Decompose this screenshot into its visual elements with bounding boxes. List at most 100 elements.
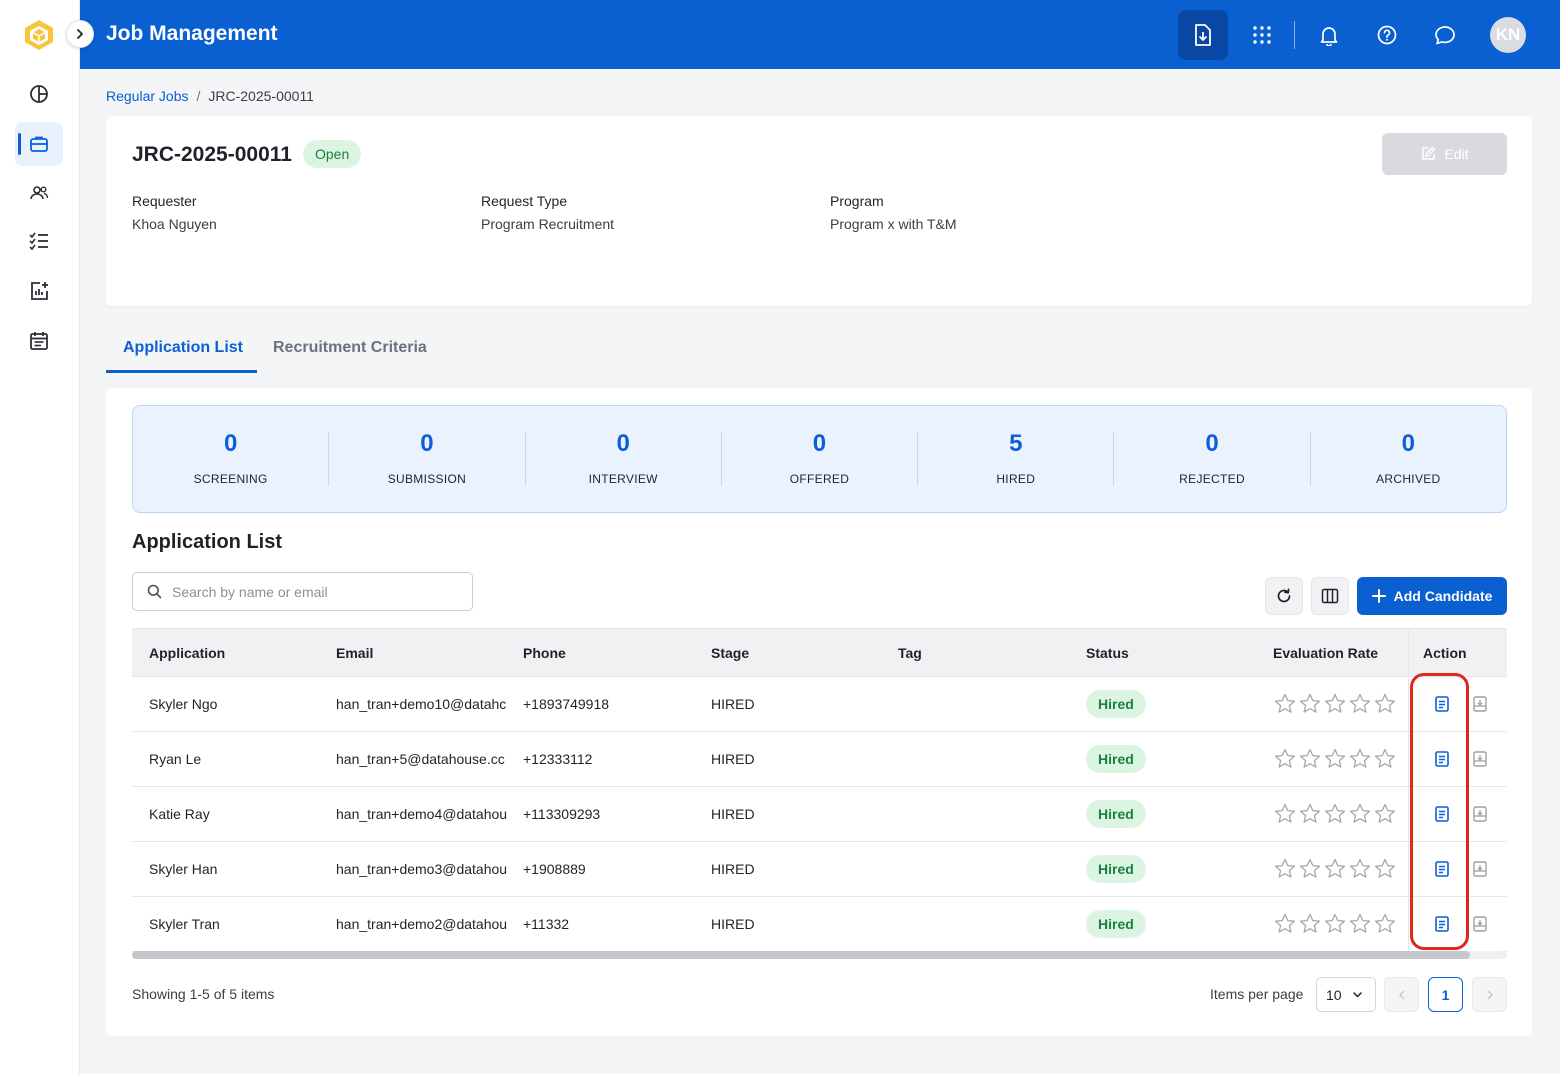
star-icon[interactable] (1374, 693, 1396, 719)
apps-button[interactable] (1237, 10, 1287, 60)
evaluation-rating[interactable] (1274, 803, 1396, 829)
star-icon[interactable] (1274, 748, 1296, 774)
star-icon[interactable] (1299, 858, 1321, 884)
items-per-page-select[interactable]: 10 (1316, 977, 1376, 1012)
column-header-evaluation-rate[interactable]: Evaluation Rate (1273, 645, 1378, 661)
status-badge: Hired (1086, 800, 1146, 828)
refresh-button[interactable] (1265, 577, 1303, 615)
archive-download-icon (1473, 751, 1487, 767)
status-badge: Hired (1086, 690, 1146, 718)
cell-stage: HIRED (711, 696, 755, 712)
stat-hired[interactable]: 5 HIRED (918, 432, 1115, 486)
scrollbar-thumb[interactable] (132, 951, 1470, 959)
star-icon[interactable] (1324, 803, 1346, 829)
sidebar-item-jobs[interactable] (15, 122, 63, 166)
evaluation-rating[interactable] (1274, 693, 1396, 719)
tab-application-list[interactable]: Application List (123, 339, 243, 357)
cell-application-name[interactable]: Skyler Ngo (149, 696, 329, 712)
table-row[interactable]: Skyler Tran han_tran+demo2@datahou +11332 H… (132, 897, 1507, 952)
table-row[interactable]: Ryan Le han_tran+5@datahouse.cc +12333112 H… (132, 732, 1507, 787)
star-icon[interactable] (1274, 913, 1296, 939)
add-candidate-button[interactable]: Add Candidate (1357, 577, 1507, 615)
cell-phone: +1908889 (523, 861, 586, 877)
star-icon[interactable] (1349, 803, 1371, 829)
cell-email: han_tran+demo4@datahou (336, 806, 508, 822)
column-header-phone[interactable]: Phone (523, 645, 566, 661)
page-1-button[interactable]: 1 (1428, 977, 1463, 1012)
column-header-email[interactable]: Email (336, 645, 373, 661)
sidebar-item-calendar[interactable] (15, 319, 63, 363)
stat-rejected[interactable]: 0 REJECTED (1114, 432, 1311, 486)
breadcrumb-regular-jobs-link[interactable]: Regular Jobs (106, 88, 189, 104)
sidebar-item-candidates[interactable] (15, 171, 63, 215)
star-icon[interactable] (1349, 858, 1371, 884)
star-icon[interactable] (1374, 858, 1396, 884)
notifications-button[interactable] (1304, 10, 1354, 60)
table-header: Application Email Phone Stage Tag Status… (132, 628, 1507, 677)
search-input[interactable] (172, 583, 452, 600)
user-avatar[interactable]: KN (1490, 17, 1526, 53)
stat-screening[interactable]: 0 SCREENING (133, 432, 330, 486)
star-icon[interactable] (1299, 803, 1321, 829)
star-icon[interactable] (1324, 913, 1346, 939)
star-icon[interactable] (1374, 803, 1396, 829)
archive-application-button[interactable] (1472, 860, 1488, 883)
cell-application-name[interactable]: Skyler Han (149, 861, 329, 877)
star-icon[interactable] (1299, 748, 1321, 774)
star-icon[interactable] (1324, 858, 1346, 884)
archive-application-button[interactable] (1472, 805, 1488, 828)
tab-recruitment-criteria[interactable]: Recruitment Criteria (273, 339, 427, 357)
columns-button[interactable] (1311, 577, 1349, 615)
edit-button[interactable]: Edit (1382, 133, 1507, 175)
star-icon[interactable] (1299, 913, 1321, 939)
archive-application-button[interactable] (1472, 915, 1488, 938)
sidebar-item-reports[interactable] (15, 269, 63, 313)
cell-application-name[interactable]: Katie Ray (149, 806, 329, 822)
stat-offered[interactable]: 0 OFFERED (722, 432, 919, 486)
grid-dots-icon (1253, 26, 1271, 44)
star-icon[interactable] (1349, 748, 1371, 774)
star-icon[interactable] (1274, 803, 1296, 829)
column-header-stage[interactable]: Stage (711, 645, 749, 661)
chat-button[interactable] (1420, 10, 1470, 60)
archive-application-button[interactable] (1472, 695, 1488, 718)
stat-submission[interactable]: 0 SUBMISSION (329, 432, 526, 486)
stat-archived[interactable]: 0 ARCHIVED (1311, 432, 1506, 487)
sidebar-item-dashboard[interactable] (15, 72, 63, 116)
expand-sidebar-button[interactable] (66, 20, 94, 48)
next-page-button[interactable] (1472, 977, 1507, 1012)
star-icon[interactable] (1274, 858, 1296, 884)
star-icon[interactable] (1324, 693, 1346, 719)
column-header-status[interactable]: Status (1086, 645, 1129, 661)
star-icon[interactable] (1324, 748, 1346, 774)
table-row[interactable]: Skyler Ngo han_tran+demo10@datahc +1893749… (132, 677, 1507, 732)
archive-application-button[interactable] (1472, 750, 1488, 773)
program-value: Program x with T&M (830, 216, 957, 232)
file-download-button[interactable] (1178, 10, 1228, 60)
star-icon[interactable] (1349, 913, 1371, 939)
table-row[interactable]: Skyler Han han_tran+demo3@datahou +1908889… (132, 842, 1507, 897)
horizontal-scrollbar[interactable] (132, 951, 1507, 959)
table-row[interactable]: Katie Ray han_tran+demo4@datahou +11330929… (132, 787, 1507, 842)
star-icon[interactable] (1374, 748, 1396, 774)
job-status-badge: Open (303, 140, 362, 168)
app-logo-icon[interactable] (22, 18, 56, 52)
star-icon[interactable] (1299, 693, 1321, 719)
star-icon[interactable] (1274, 693, 1296, 719)
requester-value: Khoa Nguyen (132, 216, 217, 232)
column-header-application[interactable]: Application (149, 645, 225, 661)
evaluation-rating[interactable] (1274, 913, 1396, 939)
star-icon[interactable] (1374, 913, 1396, 939)
evaluation-rating[interactable] (1274, 748, 1396, 774)
column-header-tag[interactable]: Tag (898, 645, 922, 661)
cell-application-name[interactable]: Ryan Le (149, 751, 329, 767)
help-button[interactable] (1362, 10, 1412, 60)
previous-page-button[interactable] (1384, 977, 1419, 1012)
star-icon[interactable] (1349, 693, 1371, 719)
evaluation-rating[interactable] (1274, 858, 1396, 884)
cell-application-name[interactable]: Skyler Tran (149, 916, 329, 932)
stat-interview[interactable]: 0 INTERVIEW (526, 432, 722, 486)
file-download-icon (1195, 24, 1211, 46)
breadcrumb: Regular Jobs / JRC-2025-00011 (106, 88, 314, 104)
sidebar-item-tasks[interactable] (15, 219, 63, 263)
